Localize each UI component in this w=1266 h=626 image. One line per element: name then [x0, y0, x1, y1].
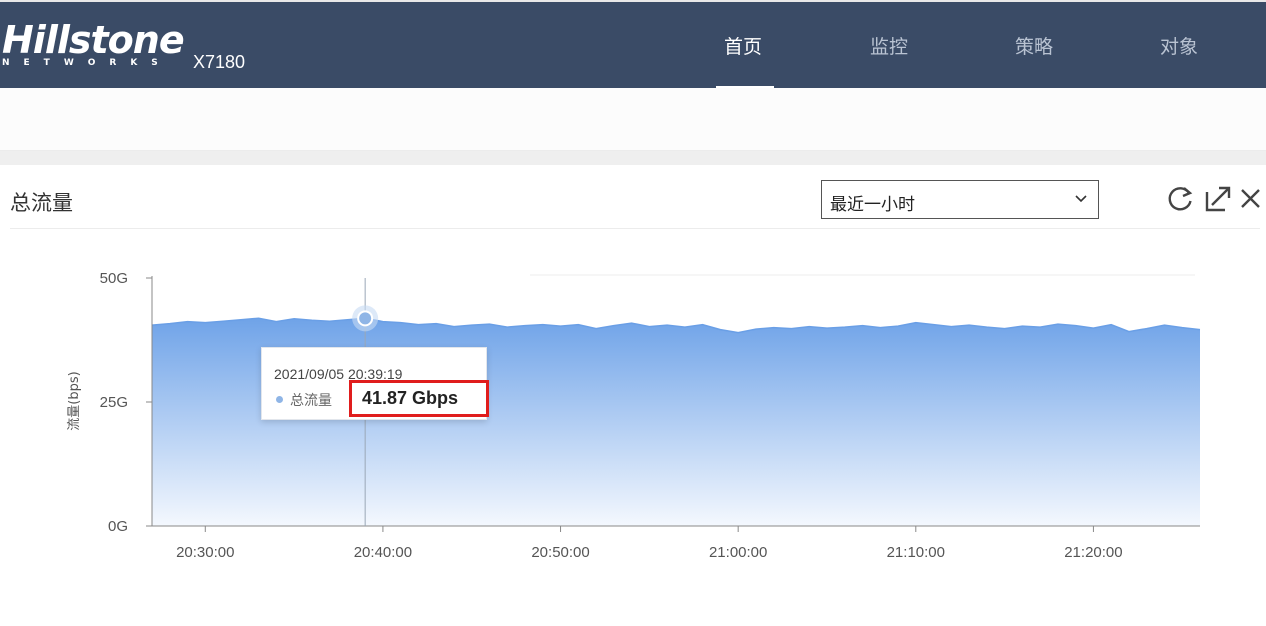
y-tick-label: 25G — [100, 394, 128, 411]
x-tick-label: 20:40:00 — [354, 544, 412, 561]
y-tick-label: 0G — [108, 518, 128, 535]
x-tick-label: 20:30:00 — [176, 544, 234, 561]
hover-point — [357, 310, 374, 327]
traffic-area-chart: 50G 25G 0G 20:30:00 20:40:00 20:50:00 21:00:0… — [67, 270, 1201, 561]
x-tick-label: 21:00:00 — [709, 544, 767, 561]
tooltip-series-marker — [276, 396, 283, 403]
x-tick-label: 21:10:00 — [887, 544, 945, 561]
x-tick-label: 21:20:00 — [1064, 544, 1122, 561]
tooltip-series-name: 总流量 — [290, 393, 332, 409]
y-tick-label: 50G — [100, 270, 128, 287]
x-tick-label: 20:50:00 — [531, 544, 589, 561]
tooltip-value-highlight: 41.87 Gbps — [349, 380, 489, 417]
tooltip-value: 41.87 Gbps — [362, 388, 459, 408]
y-axis-title: 流量(bps) — [67, 371, 82, 430]
